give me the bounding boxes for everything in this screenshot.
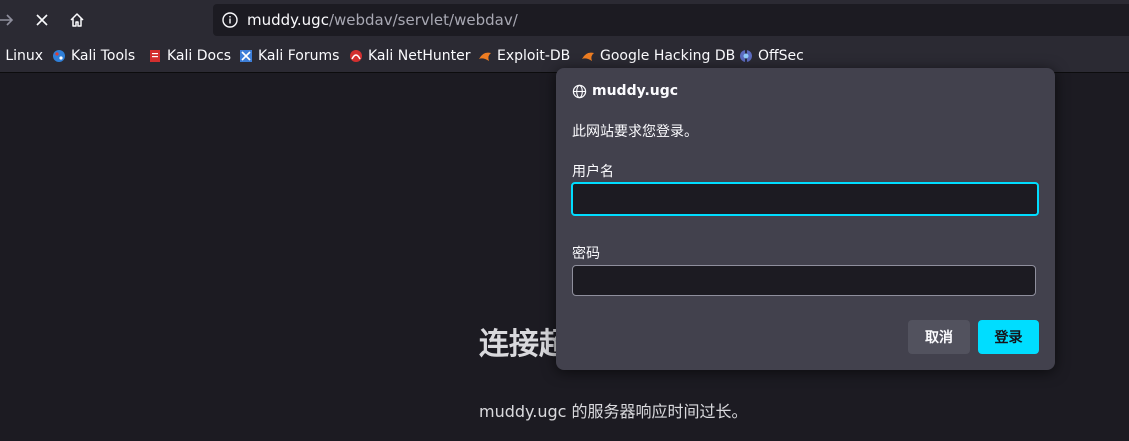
bookmark-label: Kali Docs bbox=[167, 48, 232, 64]
login-button[interactable]: 登录 bbox=[978, 320, 1039, 354]
password-field[interactable] bbox=[572, 265, 1036, 296]
kali-nethunter-icon bbox=[350, 50, 362, 62]
globe-icon bbox=[572, 84, 587, 98]
bookmark-kali-linux[interactable]: i Linux bbox=[0, 46, 43, 66]
kali-forums-icon bbox=[240, 50, 252, 62]
url-text: muddy.ugc/webdav/servlet/webdav/ bbox=[247, 11, 518, 29]
offsec-icon bbox=[740, 50, 752, 62]
bookmark-label: i Linux bbox=[0, 48, 44, 64]
close-icon bbox=[36, 14, 48, 26]
bookmark-label: Kali NetHunter bbox=[368, 48, 471, 64]
site-info-icon[interactable] bbox=[221, 11, 239, 29]
username-label: 用户名 bbox=[572, 164, 614, 180]
bookmark-label: Exploit-DB bbox=[497, 48, 571, 64]
nav-toolbar: muddy.ugc/webdav/servlet/webdav/ bbox=[0, 0, 1129, 40]
bookmark-label: Kali Tools bbox=[71, 48, 136, 64]
error-message: muddy.ugc 的服务器响应时间过长。 bbox=[479, 402, 748, 421]
bookmark-label: Kali Forums bbox=[258, 48, 340, 64]
bookmark-label: Google Hacking DB bbox=[600, 48, 736, 64]
arrow-right-icon bbox=[0, 14, 14, 26]
bookmark-kali-nethunter[interactable]: Kali NetHunter bbox=[349, 46, 470, 66]
url-path: /webdav/servlet/webdav/ bbox=[328, 11, 518, 29]
stop-button[interactable] bbox=[30, 8, 54, 32]
dialog-host: muddy.ugc bbox=[572, 83, 678, 99]
url-host: muddy.ugc bbox=[247, 11, 329, 29]
kali-tools-icon bbox=[53, 50, 65, 62]
google-hacking-db-icon bbox=[582, 52, 594, 61]
bookmark-exploit-db[interactable]: Exploit-DB bbox=[478, 46, 570, 66]
home-icon bbox=[70, 13, 84, 27]
cancel-button[interactable]: 取消 bbox=[908, 320, 970, 354]
dialog-message: 此网站要求您登录。 bbox=[572, 124, 698, 140]
kali-docs-icon bbox=[150, 50, 160, 62]
bookmark-google-hacking-db[interactable]: Google Hacking DB bbox=[581, 46, 735, 66]
username-field[interactable] bbox=[571, 182, 1039, 216]
forward-button[interactable] bbox=[0, 8, 18, 32]
bookmark-kali-tools[interactable]: Kali Tools bbox=[52, 46, 135, 66]
url-bar[interactable]: muddy.ugc/webdav/servlet/webdav/ bbox=[213, 4, 1129, 36]
bookmark-label: OffSec bbox=[758, 48, 804, 64]
bookmark-offsec[interactable]: OffSec bbox=[739, 46, 804, 66]
dialog-host-text: muddy.ugc bbox=[592, 83, 679, 99]
bookmark-kali-forums[interactable]: Kali Forums bbox=[239, 46, 339, 66]
auth-dialog: muddy.ugc 此网站要求您登录。 用户名 密码 取消 登录 bbox=[556, 68, 1055, 370]
bookmark-kali-docs[interactable]: Kali Docs bbox=[148, 46, 231, 66]
password-label: 密码 bbox=[572, 246, 600, 262]
exploit-db-icon bbox=[479, 52, 491, 61]
home-button[interactable] bbox=[65, 8, 89, 32]
